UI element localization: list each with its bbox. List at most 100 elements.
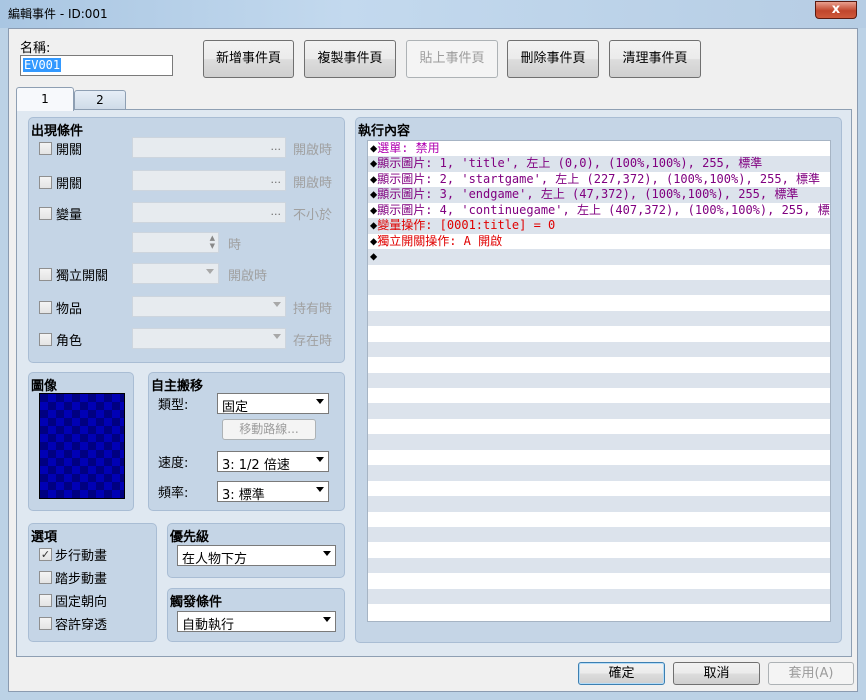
- name-input[interactable]: EV001: [20, 55, 173, 76]
- item-select[interactable]: [132, 296, 286, 317]
- cancel-button[interactable]: 取消: [673, 662, 760, 685]
- frequency-select-value: 3: 標準: [222, 488, 265, 503]
- command-row[interactable]: [368, 279, 830, 296]
- tab-page-2[interactable]: 2: [74, 90, 126, 109]
- command-row[interactable]: ◆顯示圖片: 4, 'continuegame', 左上 (407,372), …: [368, 203, 830, 218]
- trigger-select[interactable]: 自動執行: [177, 611, 336, 633]
- walking-anim-checkbox[interactable]: ✓: [39, 548, 52, 561]
- command-row[interactable]: [368, 434, 830, 450]
- conditions-title: 出現條件: [31, 124, 84, 139]
- move-route-button[interactable]: 移動路線...: [222, 419, 316, 440]
- command-row[interactable]: ◆變量操作: [0001:title] = 0: [368, 218, 830, 234]
- command-row[interactable]: [368, 450, 830, 465]
- switch2-suffix: 開啟時: [293, 176, 333, 191]
- dialog-client: 名稱: EV001 新增事件頁 複製事件頁 貼上事件頁 刪除事件頁 清理事件頁 …: [8, 28, 858, 692]
- self-switch-checkbox[interactable]: [39, 268, 52, 281]
- options-panel: 選項 ✓ 步行動畫 踏步動畫 固定朝向 容許穿透: [28, 523, 157, 642]
- actor-checkbox[interactable]: [39, 333, 52, 346]
- type-select-value: 固定: [222, 400, 249, 415]
- trigger-panel: 觸發條件 自動執行: [167, 588, 345, 642]
- direction-fix-label: 固定朝向: [55, 595, 108, 610]
- command-row[interactable]: [368, 341, 830, 358]
- apply-button[interactable]: 套用(A): [768, 662, 854, 685]
- event-image-preview[interactable]: [39, 393, 125, 499]
- command-row[interactable]: [368, 295, 830, 310]
- speed-select[interactable]: 3: 1/2 倍速: [217, 451, 329, 473]
- copy-page-button[interactable]: 複製事件頁: [304, 40, 396, 78]
- item-checkbox[interactable]: [39, 301, 52, 314]
- direction-fix-checkbox[interactable]: [39, 594, 52, 607]
- clear-page-button[interactable]: 清理事件頁: [609, 40, 701, 78]
- command-row[interactable]: ◆顯示圖片: 1, 'title', 左上 (0,0), (100%,100%)…: [368, 156, 830, 172]
- command-row[interactable]: [368, 604, 830, 619]
- spinner-arrows-icon: ▲ ▼: [209, 234, 215, 250]
- command-row[interactable]: [368, 465, 830, 481]
- switch1-dots: ...: [270, 140, 282, 153]
- variable-checkbox[interactable]: [39, 207, 52, 220]
- priority-panel: 優先級 在人物下方: [167, 523, 345, 578]
- command-row[interactable]: ◆顯示圖片: 2, 'startgame', 左上 (227,372), (10…: [368, 172, 830, 187]
- switch1-checkbox[interactable]: [39, 142, 52, 155]
- delete-page-button[interactable]: 刪除事件頁: [507, 40, 599, 78]
- type-select[interactable]: 固定: [217, 393, 329, 415]
- command-row[interactable]: [368, 388, 830, 403]
- command-row[interactable]: [368, 588, 830, 605]
- tab-page-1[interactable]: 1: [16, 87, 74, 111]
- ok-button[interactable]: 確定: [578, 662, 665, 685]
- check-icon: ✓: [40, 548, 51, 561]
- variable-label: 變量: [56, 208, 83, 223]
- variable-field[interactable]: ...: [132, 202, 286, 223]
- command-row[interactable]: ◆選單: 禁用: [368, 141, 830, 156]
- command-row[interactable]: ◆顯示圖片: 3, 'endgame', 左上 (47,372), (100%,…: [368, 187, 830, 203]
- switch1-suffix: 開啟時: [293, 143, 333, 158]
- paste-page-button[interactable]: 貼上事件頁: [406, 40, 498, 78]
- image-panel: 圖像: [28, 372, 134, 511]
- new-page-button[interactable]: 新增事件頁: [203, 40, 294, 78]
- self-switch-label: 獨立開關: [56, 269, 109, 284]
- command-text: 獨立開關操作: A 開啟: [377, 233, 503, 248]
- command-row[interactable]: [368, 526, 830, 543]
- speed-select-value: 3: 1/2 倍速: [222, 458, 290, 473]
- command-row[interactable]: [368, 357, 830, 372]
- command-row[interactable]: [368, 481, 830, 496]
- close-button[interactable]: x: [815, 1, 857, 19]
- command-row[interactable]: [368, 310, 830, 327]
- command-text: 顯示圖片: 4, 'continuegame', 左上 (407,372), (…: [377, 202, 830, 217]
- command-row[interactable]: [368, 512, 830, 527]
- command-row[interactable]: [368, 403, 830, 419]
- switch2-checkbox[interactable]: [39, 176, 52, 189]
- priority-select[interactable]: 在人物下方: [177, 545, 336, 567]
- command-row[interactable]: [368, 542, 830, 557]
- through-checkbox[interactable]: [39, 617, 52, 630]
- variable-value-spinner[interactable]: ▲ ▼: [132, 232, 219, 253]
- command-row[interactable]: [368, 419, 830, 434]
- switch1-field[interactable]: ...: [132, 137, 286, 158]
- speed-label: 速度:: [158, 456, 189, 471]
- switch2-field[interactable]: ...: [132, 170, 286, 191]
- frequency-select[interactable]: 3: 標準: [217, 481, 329, 503]
- command-row[interactable]: [368, 372, 830, 388]
- command-row[interactable]: [368, 573, 830, 588]
- priority-select-value: 在人物下方: [182, 552, 248, 567]
- contents-title: 執行內容: [358, 124, 411, 139]
- stepping-anim-checkbox[interactable]: [39, 571, 52, 584]
- actor-suffix: 存在時: [293, 334, 333, 349]
- priority-title: 優先級: [170, 530, 210, 545]
- command-row[interactable]: [368, 557, 830, 574]
- variable-suffix: 不小於: [293, 208, 333, 223]
- command-row[interactable]: [368, 326, 830, 341]
- type-label: 類型:: [158, 398, 189, 413]
- self-switch-select[interactable]: [132, 263, 219, 284]
- command-row[interactable]: ◆: [368, 249, 830, 265]
- command-row[interactable]: [368, 496, 830, 512]
- command-row[interactable]: [368, 265, 830, 280]
- image-title: 圖像: [31, 379, 58, 394]
- close-icon: x: [831, 2, 841, 17]
- title-bar: 編輯事件 - ID:001 x: [0, 0, 866, 28]
- chevron-down-icon: [323, 617, 331, 622]
- command-row[interactable]: ◆獨立開關操作: A 開啟: [368, 234, 830, 249]
- actor-select[interactable]: [132, 328, 286, 349]
- command-text: 變量操作: [0001:title] = 0: [377, 218, 556, 233]
- chevron-down-icon: [273, 302, 281, 307]
- command-list[interactable]: ◆選單: 禁用 ◆顯示圖片: 1, 'title', 左上 (0,0), (100…: [367, 140, 831, 622]
